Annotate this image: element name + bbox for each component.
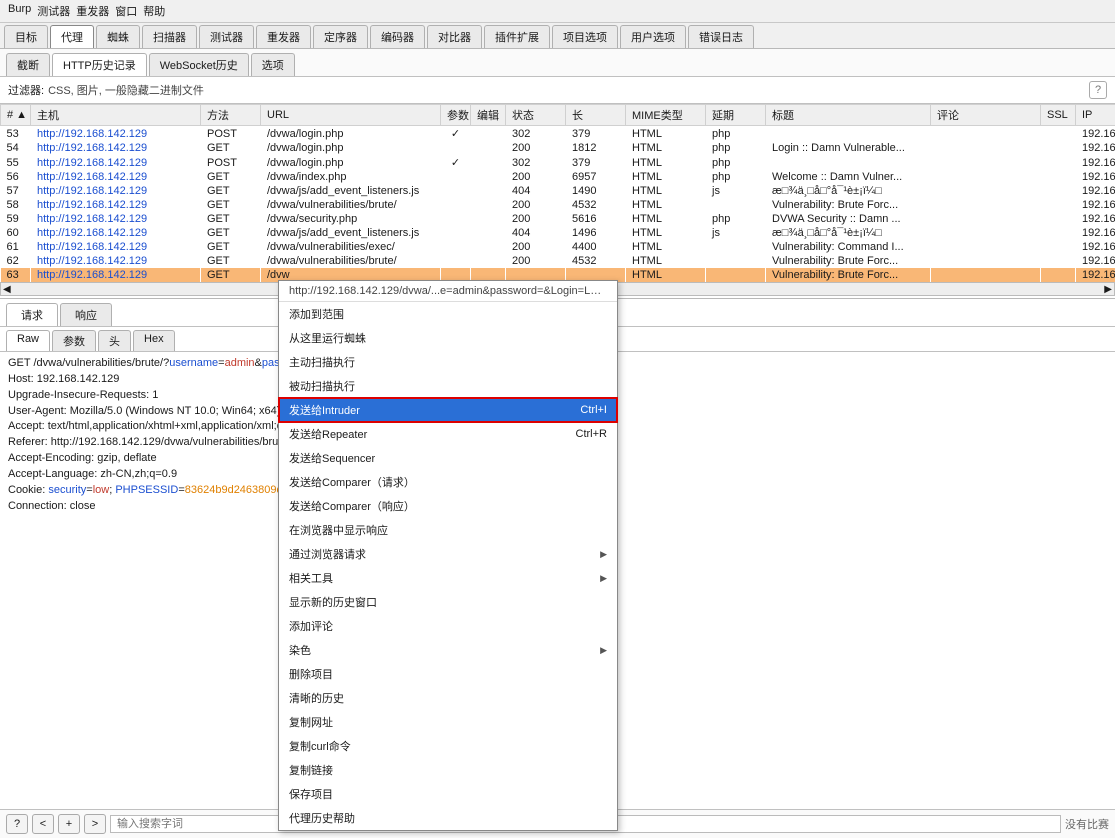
col-extension[interactable]: 延期: [706, 105, 766, 126]
history-table[interactable]: # ▲ 主机 方法 URL 参数 编辑 状态 长 MIME类型 延期 标题 评论…: [0, 104, 1115, 282]
view-headers[interactable]: 头: [98, 330, 131, 351]
ctx-item[interactable]: 显示新的历史窗口: [279, 590, 617, 614]
col-title[interactable]: 标题: [766, 105, 931, 126]
ctx-item[interactable]: 添加到范围: [279, 302, 617, 326]
tab-request[interactable]: 请求: [6, 303, 58, 326]
table-row[interactable]: 54http://192.168.142.129GET/dvwa/login.p…: [1, 141, 1115, 155]
col-number[interactable]: # ▲: [1, 105, 31, 126]
ctx-item[interactable]: 发送给IntruderCtrl+I: [279, 398, 617, 422]
footer-help[interactable]: ?: [6, 814, 28, 834]
ctx-item[interactable]: 添加评论: [279, 614, 617, 638]
main-tabs: 目标 代理 蜘蛛 扫描器 测试器 重发器 定序器 编码器 对比器 插件扩展 项目…: [0, 23, 1115, 49]
tab-extender[interactable]: 插件扩展: [484, 25, 550, 48]
ctx-item[interactable]: 从这里运行蜘蛛: [279, 326, 617, 350]
table-row[interactable]: 59http://192.168.142.129GET/dvwa/securit…: [1, 212, 1115, 226]
tab-spider[interactable]: 蜘蛛: [96, 25, 140, 48]
table-row[interactable]: 55http://192.168.142.129POST/dvwa/login.…: [1, 155, 1115, 170]
menu-help[interactable]: 帮助: [143, 3, 165, 19]
tab-decoder[interactable]: 编码器: [370, 25, 425, 48]
col-mime[interactable]: MIME类型: [626, 105, 706, 126]
col-host[interactable]: 主机: [31, 105, 201, 126]
tab-project-options[interactable]: 项目选项: [552, 25, 618, 48]
subtab-intercept[interactable]: 截断: [6, 53, 50, 76]
ctx-item[interactable]: 保存项目: [279, 782, 617, 806]
history-table-wrap: # ▲ 主机 方法 URL 参数 编辑 状态 长 MIME类型 延期 标题 评论…: [0, 104, 1115, 296]
ctx-item[interactable]: 清晰的历史: [279, 686, 617, 710]
ctx-item[interactable]: 发送给Comparer（响应）: [279, 494, 617, 518]
subtab-http-history[interactable]: HTTP历史记录: [52, 53, 147, 76]
col-url[interactable]: URL: [261, 105, 441, 126]
tab-scanner[interactable]: 扫描器: [142, 25, 197, 48]
ctx-item[interactable]: 发送给Comparer（请求）: [279, 470, 617, 494]
table-row[interactable]: 56http://192.168.142.129GET/dvwa/index.p…: [1, 170, 1115, 184]
view-params[interactable]: 参数: [52, 330, 96, 351]
filter-bar[interactable]: 过滤器: CSS, 图片, 一般隐藏二进制文件 ?: [0, 77, 1115, 104]
col-params[interactable]: 参数: [441, 105, 471, 126]
ctx-item[interactable]: 删除项目: [279, 662, 617, 686]
tab-intruder[interactable]: 测试器: [199, 25, 254, 48]
table-row[interactable]: 53http://192.168.142.129POST/dvwa/login.…: [1, 126, 1115, 142]
tab-target[interactable]: 目标: [4, 25, 48, 48]
tab-response[interactable]: 响应: [60, 303, 112, 326]
tab-user-options[interactable]: 用户选项: [620, 25, 686, 48]
help-button[interactable]: ?: [1089, 81, 1107, 99]
ctx-item[interactable]: 主动扫描执行: [279, 350, 617, 374]
menu-burp[interactable]: Burp: [8, 3, 31, 19]
ctx-header: http://192.168.142.129/dvwa/...e=admin&p…: [279, 281, 617, 302]
ctx-item[interactable]: 染色: [279, 638, 617, 662]
tab-proxy[interactable]: 代理: [50, 25, 94, 48]
ctx-item[interactable]: 在浏览器中显示响应: [279, 518, 617, 542]
col-status[interactable]: 状态: [506, 105, 566, 126]
col-ssl[interactable]: SSL: [1041, 105, 1076, 126]
subtab-options[interactable]: 选项: [251, 53, 295, 76]
ctx-item[interactable]: 复制curl命令: [279, 734, 617, 758]
view-hex[interactable]: Hex: [133, 330, 175, 351]
ctx-item[interactable]: 发送给RepeaterCtrl+R: [279, 422, 617, 446]
ctx-item[interactable]: 复制网址: [279, 710, 617, 734]
menu-repeater[interactable]: 重发器: [76, 3, 109, 19]
ctx-item[interactable]: 被动扫描执行: [279, 374, 617, 398]
col-edited[interactable]: 编辑: [471, 105, 506, 126]
tab-comparer[interactable]: 对比器: [427, 25, 482, 48]
ctx-item[interactable]: 相关工具: [279, 566, 617, 590]
tab-repeater[interactable]: 重发器: [256, 25, 311, 48]
view-raw[interactable]: Raw: [6, 330, 50, 351]
table-row[interactable]: 61http://192.168.142.129GET/dvwa/vulnera…: [1, 240, 1115, 254]
tab-alerts[interactable]: 错误日志: [688, 25, 754, 48]
col-method[interactable]: 方法: [201, 105, 261, 126]
menu-intruder[interactable]: 测试器: [37, 3, 70, 19]
proxy-subtabs: 截断 HTTP历史记录 WebSocket历史 选项: [0, 49, 1115, 77]
col-length[interactable]: 长: [566, 105, 626, 126]
filter-label: 过滤器:: [8, 82, 44, 98]
col-ip[interactable]: IP: [1076, 105, 1115, 126]
ctx-item[interactable]: 通过浏览器请求: [279, 542, 617, 566]
menu-window[interactable]: 窗口: [115, 3, 137, 19]
footer-forward[interactable]: >: [84, 814, 106, 834]
footer-plus[interactable]: +: [58, 814, 80, 834]
menubar: Burp 测试器 重发器 窗口 帮助: [0, 0, 1115, 23]
search-status: 没有比赛: [1065, 816, 1109, 832]
table-row[interactable]: 62http://192.168.142.129GET/dvwa/vulnera…: [1, 254, 1115, 268]
context-menu: http://192.168.142.129/dvwa/...e=admin&p…: [278, 280, 618, 831]
table-row[interactable]: 57http://192.168.142.129GET/dvwa/js/add_…: [1, 184, 1115, 198]
ctx-item[interactable]: 发送给Sequencer: [279, 446, 617, 470]
filter-text: CSS, 图片, 一般隐藏二进制文件: [48, 82, 1085, 98]
tab-sequencer[interactable]: 定序器: [313, 25, 368, 48]
table-row[interactable]: 58http://192.168.142.129GET/dvwa/vulnera…: [1, 198, 1115, 212]
footer-back[interactable]: <: [32, 814, 54, 834]
ctx-item[interactable]: 复制链接: [279, 758, 617, 782]
ctx-item[interactable]: 代理历史帮助: [279, 806, 617, 830]
table-row[interactable]: 60http://192.168.142.129GET/dvwa/js/add_…: [1, 226, 1115, 240]
col-comment[interactable]: 评论: [931, 105, 1041, 126]
subtab-ws-history[interactable]: WebSocket历史: [149, 53, 249, 76]
